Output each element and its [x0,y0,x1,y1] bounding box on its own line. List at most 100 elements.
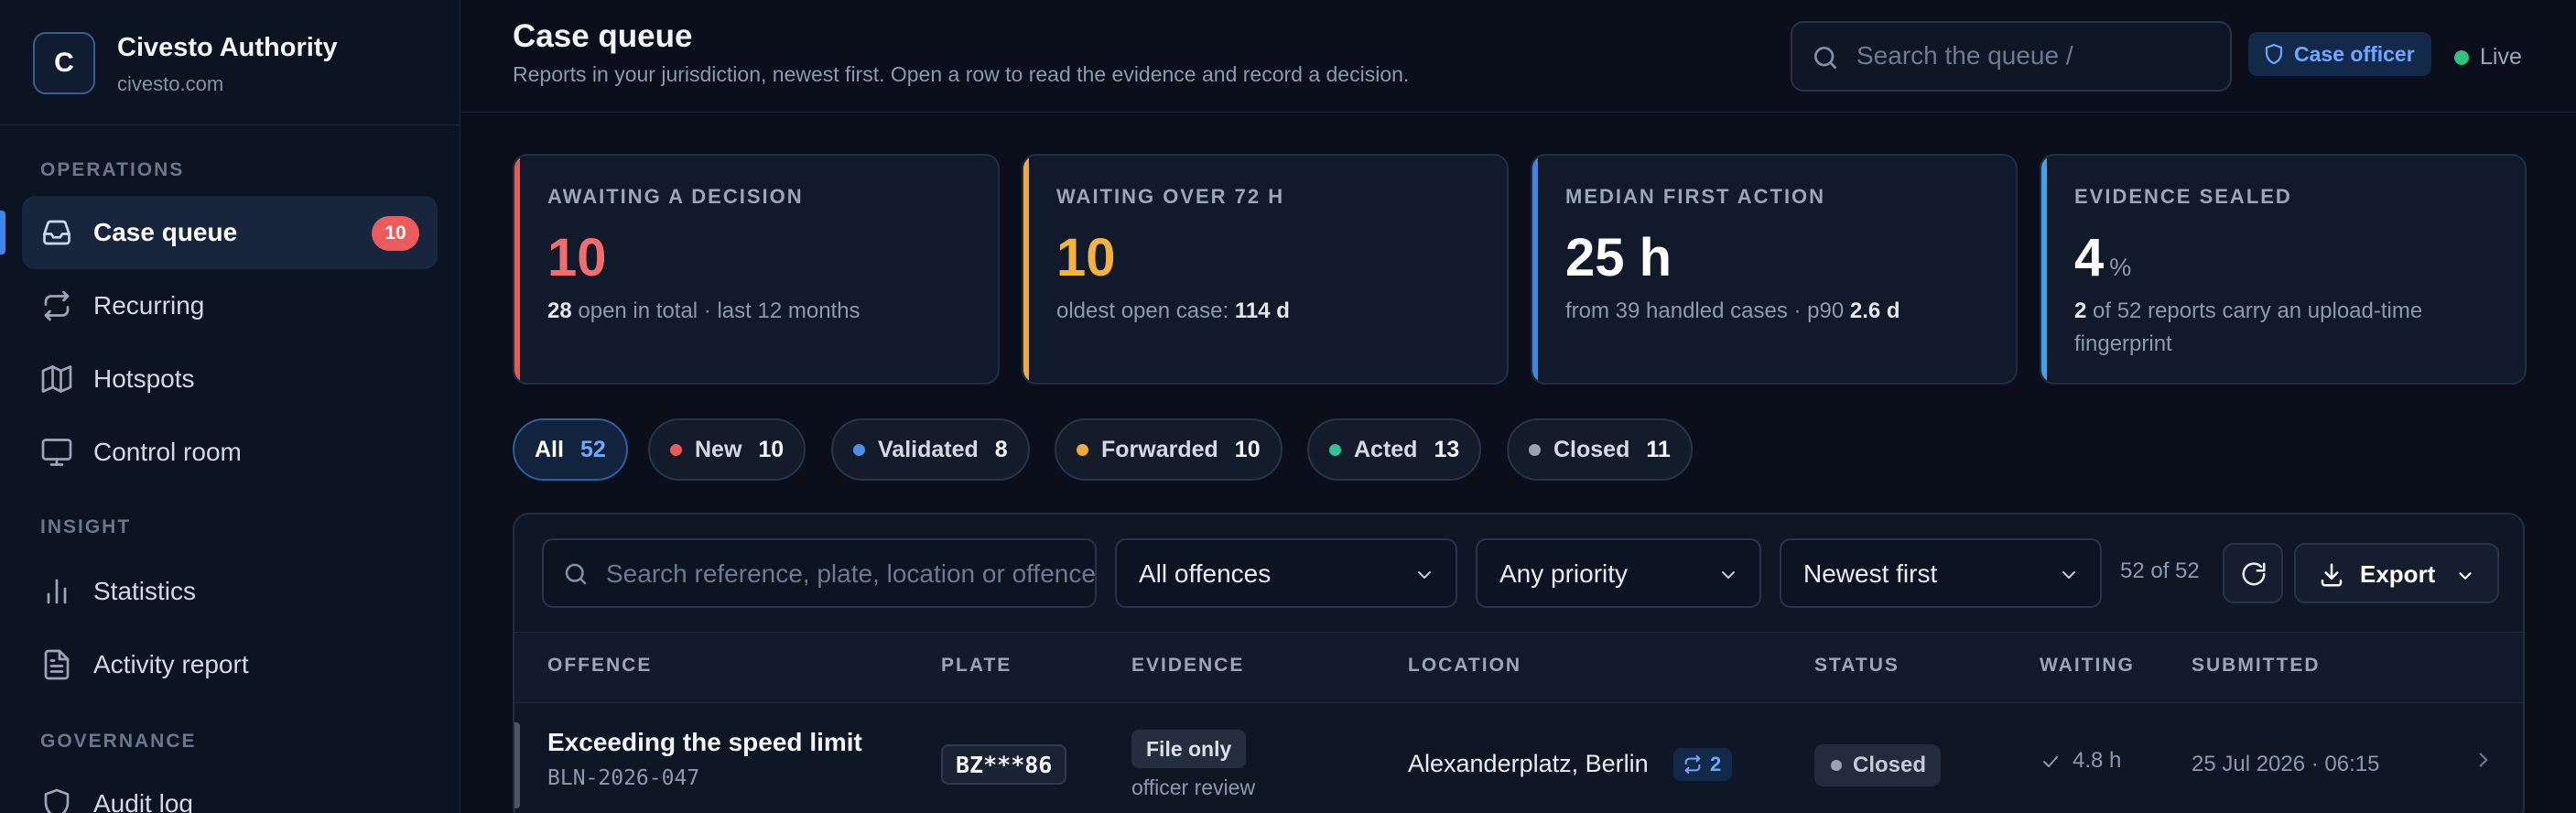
submitted-date: 25 Jul 2026 · 06:15 [2192,752,2380,776]
sidebar-item-control-room[interactable]: Control room [22,416,438,489]
stat-note: oldest open case: 114 d [1056,295,1487,328]
export-label: Export [2360,560,2436,588]
brand-domain: civesto.com [117,72,224,95]
stat-note-strong: 28 [547,298,572,323]
stat-note-strong: 2 [2074,298,2087,323]
waiting-time: 4.8 h [2040,748,2121,774]
sidebar-item-recurring[interactable]: Recurring [22,269,438,342]
queue-search-placeholder: Search the queue / [1856,41,2073,70]
stat-note-text: of 52 reports carry an upload-time finge… [2074,298,2423,356]
monitor-icon [40,436,73,469]
chevron-down-icon [1413,564,1435,586]
stat-label: WAITING OVER 72 H [1056,185,1285,208]
chevron-down-icon [1717,564,1739,586]
role-label: Case officer [2294,41,2415,66]
sidebar-item-hotspots[interactable]: Hotspots [22,342,438,416]
sidebar-item-case-queue[interactable]: Case queue 10 [0,196,438,269]
filter-chip-new[interactable]: New 10 [648,418,806,481]
role-badge: Case officer [2248,32,2431,76]
sort-select-value: Newest first [1803,559,1938,588]
column-header-plate[interactable]: PLATE [941,655,1012,677]
sidebar-item-statistics[interactable]: Statistics [22,555,438,628]
stat-note: 2 of 52 reports carry an upload-time fin… [2074,295,2505,361]
stat-card-waiting-72h: WAITING OVER 72 H 10 oldest open case: 1… [1022,154,1509,385]
brand-logo[interactable]: C [33,32,95,94]
live-indicator: Live [2454,44,2522,70]
filter-chip-acted[interactable]: Acted 13 [1307,418,1482,481]
sidebar-item-label: Hotspots [93,364,195,393]
table-row[interactable]: Exceeding the speed limit BLN-2026-047 B… [514,704,2523,813]
column-header-status[interactable]: STATUS [1814,655,1900,677]
column-header-waiting[interactable]: WAITING [2040,655,2135,677]
filter-chip-validated[interactable]: Validated 8 [831,418,1030,481]
repeat-icon [40,289,73,322]
chip-label: All [535,436,564,462]
live-label: Live [2480,44,2522,70]
map-icon [40,363,73,396]
stat-note-text: open in total · last 12 months [571,298,860,323]
stat-note-strong: 114 d [1234,298,1290,323]
row-status-accent [514,722,520,808]
download-icon [2318,561,2345,589]
sidebar-item-audit-log[interactable]: Audit log [22,767,438,813]
stat-note: 28 open in total · last 12 months [547,295,978,328]
nav-section-operations: OPERATIONS [40,159,185,180]
evidence-tag: File only [1131,730,1247,768]
page-title: Case queue [513,18,693,54]
recurring-count: 2 [1710,753,1722,775]
filter-chip-closed[interactable]: Closed 11 [1507,418,1693,481]
stat-note: from 39 handled cases · p90 2.6 d [1565,295,1996,328]
status-dot [853,443,865,456]
stat-number: 10 [1056,228,1116,287]
bar-chart-icon [40,575,73,608]
chip-label: New [695,436,742,462]
plate-number: BZ***86 [941,744,1067,785]
column-header-evidence[interactable]: EVIDENCE [1131,655,1244,677]
search-icon [562,560,590,588]
check-icon [2040,751,2062,773]
filter-chip-all[interactable]: All 52 [513,418,628,481]
chevron-right-icon[interactable] [2472,748,2495,772]
column-header-submitted[interactable]: SUBMITTED [2192,655,2321,677]
shield-icon [2263,43,2285,65]
chip-count: 52 [579,436,606,462]
stat-accent-bar [2041,156,2047,383]
case-reference: BLN-2026-047 [547,766,700,790]
priority-select-value: Any priority [1499,559,1629,588]
inbox-icon [40,216,73,249]
offence-select-value: All offences [1139,559,1272,588]
stat-label: EVIDENCE SEALED [2074,185,2292,208]
stat-value: 4% [2074,227,2131,288]
live-dot [2454,49,2469,65]
export-button[interactable]: Export [2294,543,2499,603]
queue-search-input[interactable]: Search the queue / [1791,21,2232,92]
status-dot [1329,443,1341,456]
stat-value: 10 [547,227,607,288]
stat-label: AWAITING A DECISION [547,185,804,208]
offence-select[interactable]: All offences [1115,538,1457,608]
refresh-button[interactable] [2223,543,2283,603]
location-text: Alexanderplatz, Berlin [1408,750,1649,777]
chip-count: 8 [994,436,1008,462]
sidebar-item-label: Activity report [93,650,249,678]
sort-select[interactable]: Newest first [1780,538,2102,608]
chip-label: Acted [1354,436,1418,462]
chip-label: Closed [1553,436,1630,462]
filter-chip-forwarded[interactable]: Forwarded 10 [1055,418,1283,481]
nav-section-insight: INSIGHT [40,516,132,537]
sidebar-item-activity-report[interactable]: Activity report [22,628,438,701]
offence-title: Exceeding the speed limit [547,728,862,756]
stat-accent-bar [1023,156,1029,383]
sidebar-item-label: Recurring [93,291,205,320]
column-header-offence[interactable]: OFFENCE [547,655,652,677]
chip-count: 10 [1234,436,1261,462]
sidebar: C Civesto Authority civesto.com OPERATIO… [0,0,460,813]
status-dot [670,443,682,456]
search-icon [1811,43,1840,72]
priority-select[interactable]: Any priority [1476,538,1761,608]
status-dot [1077,443,1088,456]
chip-label: Forwarded [1101,436,1218,462]
page-subtitle: Reports in your jurisdiction, newest fir… [513,62,1410,86]
case-search-input[interactable]: Search reference, plate, location or off… [542,538,1097,608]
column-header-location[interactable]: LOCATION [1408,655,1521,677]
